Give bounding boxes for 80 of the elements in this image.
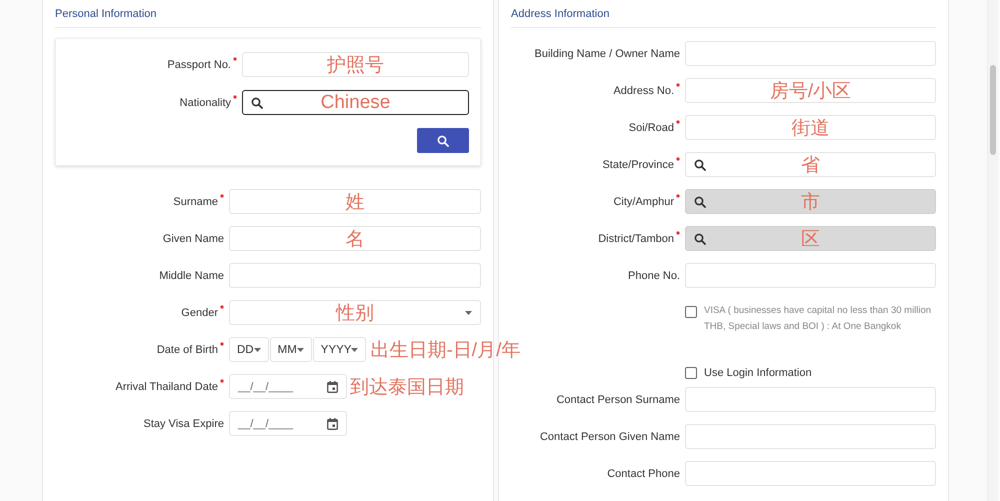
- dropdown[interactable]: YYYY: [312, 337, 366, 362]
- field-label: Stay Visa Expire: [143, 418, 224, 430]
- field-label: Passport No.: [167, 58, 231, 70]
- annotation-text: 名: [346, 228, 364, 252]
- search-field[interactable]: Chinese: [242, 90, 469, 115]
- scrollbar-thumb[interactable]: [990, 65, 996, 155]
- field-label: Surname: [173, 196, 218, 208]
- dropdown[interactable]: 性别: [229, 300, 481, 325]
- annotation-text: 到达泰国日期: [350, 376, 464, 400]
- search-icon: [694, 232, 706, 244]
- text-field[interactable]: 姓: [229, 189, 481, 214]
- field-label: Gender: [181, 306, 218, 318]
- annotation-text: 姓: [346, 190, 364, 214]
- required-icon: [676, 82, 680, 86]
- annotation-text: 性别: [336, 302, 374, 326]
- search-icon: [251, 96, 263, 108]
- checkbox-label: VISA ( businesses have capital no less than 30 million THB, Special laws and BOI ) : At One Bangkok: [704, 304, 932, 334]
- field-label: Arrival Thailand Date: [115, 380, 218, 392]
- field-label: Address No.: [613, 84, 674, 96]
- caret-icon: [296, 348, 304, 352]
- annotation-text: 房号/小区: [770, 80, 852, 104]
- search-button[interactable]: [417, 128, 469, 153]
- annotation-text: 市: [801, 190, 820, 214]
- calendar-icon: [327, 418, 338, 430]
- field-label: Date of Birth: [156, 344, 218, 356]
- caret-icon: [465, 310, 472, 314]
- section-title: Personal Information: [55, 8, 481, 28]
- required-icon: [676, 120, 680, 124]
- search-icon: [437, 134, 449, 146]
- text-field[interactable]: [685, 424, 936, 449]
- annotation-text: 街道: [792, 116, 830, 140]
- field-label: Contact Person Given Name: [540, 430, 680, 442]
- text-field[interactable]: [229, 263, 481, 288]
- required-icon: [220, 304, 224, 308]
- date-field[interactable]: __/__/____: [229, 374, 347, 399]
- text-field[interactable]: [685, 263, 936, 288]
- field-label: Contact Person Surname: [556, 394, 680, 406]
- required-icon: [233, 94, 237, 98]
- text-field[interactable]: 名: [229, 226, 481, 251]
- date-field[interactable]: __/__/____: [229, 411, 347, 436]
- checkbox[interactable]: [685, 367, 697, 379]
- required-icon: [220, 342, 224, 346]
- annotation-text: 省: [801, 154, 820, 178]
- caret-icon: [351, 348, 358, 352]
- annotation-text: 出生日期-日/月/年: [370, 338, 520, 362]
- caret-icon: [254, 348, 261, 352]
- field-label: Phone No.: [628, 270, 680, 282]
- checkbox[interactable]: [685, 306, 697, 318]
- required-icon: [676, 230, 680, 234]
- search-icon: [694, 158, 706, 170]
- text-field[interactable]: [685, 41, 936, 66]
- field-label: Given Name: [162, 232, 224, 244]
- annotation-text: 护照号: [327, 54, 384, 78]
- required-icon: [233, 56, 237, 60]
- required-icon: [676, 156, 680, 160]
- field-label: City/Amphur: [613, 196, 674, 208]
- field-label: Soi/Road: [628, 122, 674, 134]
- section-title: Address Information: [511, 8, 936, 28]
- text-field[interactable]: [685, 387, 936, 412]
- text-field[interactable]: 街道: [685, 115, 936, 140]
- annotation-text: Chinese: [320, 92, 390, 114]
- search-field[interactable]: 省: [685, 152, 936, 177]
- calendar-icon: [327, 380, 338, 392]
- dropdown[interactable]: MM: [270, 337, 312, 362]
- field-label: Building Name / Owner Name: [534, 48, 680, 60]
- checkbox-label: Use Login Information: [704, 367, 812, 379]
- field-label: District/Tambon: [598, 232, 674, 244]
- field-label: Middle Name: [159, 270, 224, 282]
- required-icon: [676, 194, 680, 198]
- search-icon: [694, 196, 706, 208]
- text-field[interactable]: [685, 461, 936, 486]
- required-icon: [220, 194, 224, 198]
- text-field[interactable]: 房号/小区: [685, 78, 936, 103]
- field-label: Contact Phone: [607, 468, 680, 480]
- field-label: State/Province: [602, 158, 674, 170]
- dropdown[interactable]: DD: [229, 337, 269, 362]
- field-label: Nationality: [180, 96, 231, 108]
- annotation-text: 区: [801, 228, 820, 252]
- required-icon: [220, 378, 224, 382]
- text-field[interactable]: 护照号: [242, 52, 469, 77]
